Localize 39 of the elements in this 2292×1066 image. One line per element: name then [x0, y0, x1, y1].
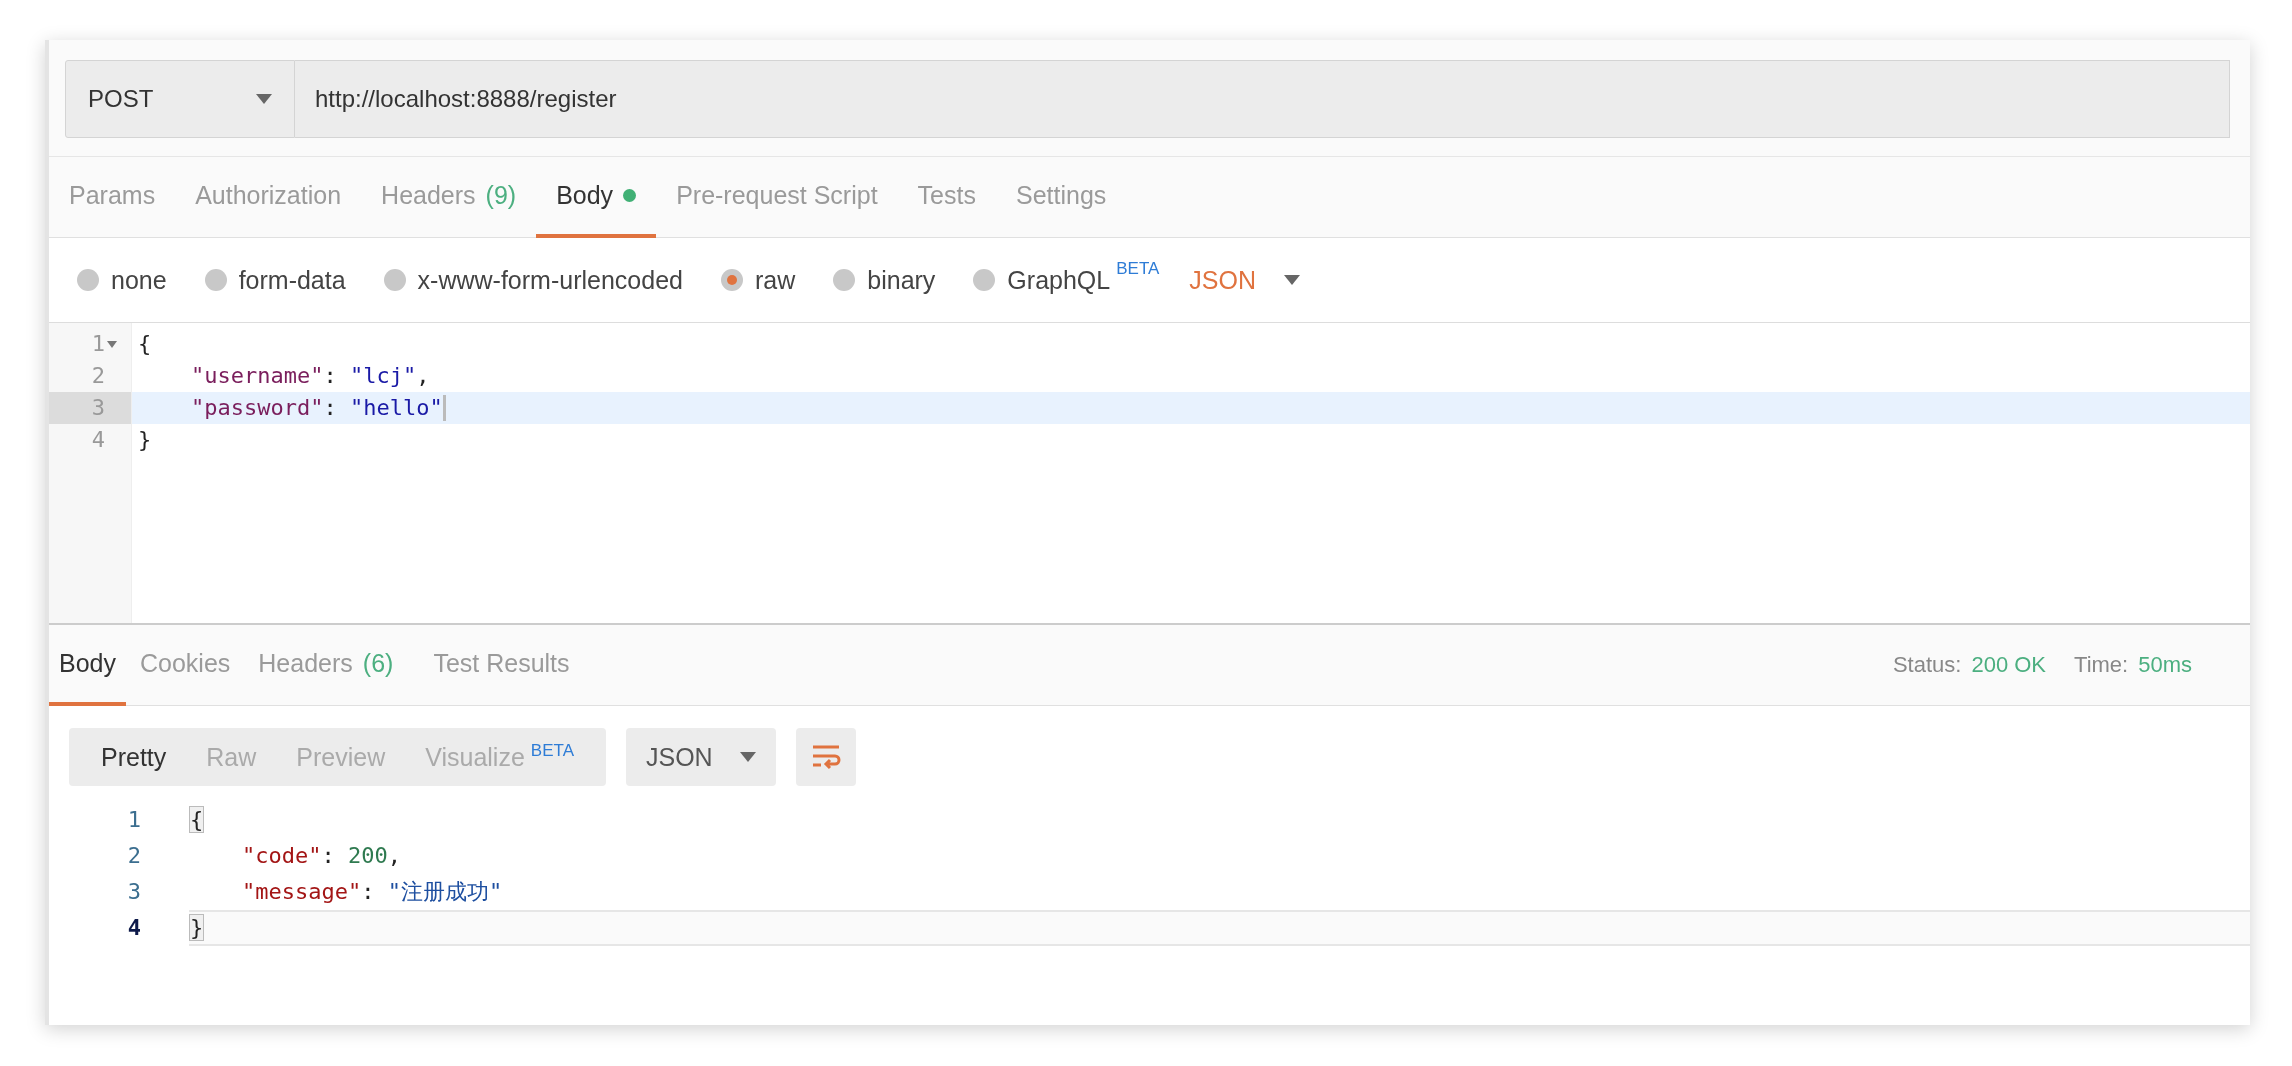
request-tab[interactable]: Body: [536, 157, 657, 238]
response-tab[interactable]: Body: [49, 625, 126, 706]
line-number: 3: [91, 394, 105, 422]
body-type-radio[interactable]: binary: [833, 265, 936, 295]
meta-value: 50ms: [2138, 652, 2192, 678]
code-line: {: [138, 330, 152, 358]
code-line: "message": "注册成功": [241, 878, 503, 906]
url-field[interactable]: http://localhost:8888/register: [295, 60, 2230, 138]
response-format-dropdown[interactable]: JSON: [626, 728, 776, 786]
wrap-lines-button[interactable]: [796, 728, 856, 786]
body-type-radio[interactable]: GraphQL $^{BETA}$: [973, 264, 1160, 296]
body-type-radio[interactable]: none: [77, 265, 167, 295]
request-code-editor[interactable]: 1 2 3 4 { "username": "lcj", "password": "hello" }: [49, 323, 2250, 625]
fold-caret-icon[interactable]: [107, 340, 117, 348]
body-type-radio[interactable]: raw: [720, 265, 796, 295]
line-number: 1: [126, 806, 142, 834]
caret-icon: [256, 94, 272, 104]
body-type-radio[interactable]: x-www-form-urlencoded: [383, 265, 683, 295]
code-line: "username": "lcj",: [190, 362, 430, 390]
view-mode-button[interactable]: Pretty: [81, 728, 187, 786]
line-number: 1: [91, 330, 105, 358]
view-mode-button[interactable]: Visualize $^{BETA}$: [405, 728, 594, 786]
meta-value: 200 OK: [1971, 652, 2046, 678]
text-cursor: [442, 395, 446, 421]
body-type-radio[interactable]: form-data: [204, 265, 346, 295]
line-number: 2: [91, 362, 105, 390]
code-line: }: [138, 426, 152, 454]
code-line: "password": "hello": [190, 394, 443, 422]
code-line: "code": 200,: [241, 842, 401, 870]
caret-icon: [1284, 275, 1301, 285]
line-number: 4: [91, 426, 105, 454]
caret-icon: [740, 752, 756, 762]
method-dropdown[interactable]: POST: [65, 60, 295, 138]
meta-label: Status:: [1892, 652, 1962, 678]
line-number: 3: [126, 878, 142, 906]
meta-label: Time:: [2074, 652, 2129, 678]
wrap-lines-icon: [811, 744, 841, 770]
line-number: 4: [126, 914, 142, 942]
line-number: 2: [126, 842, 142, 870]
